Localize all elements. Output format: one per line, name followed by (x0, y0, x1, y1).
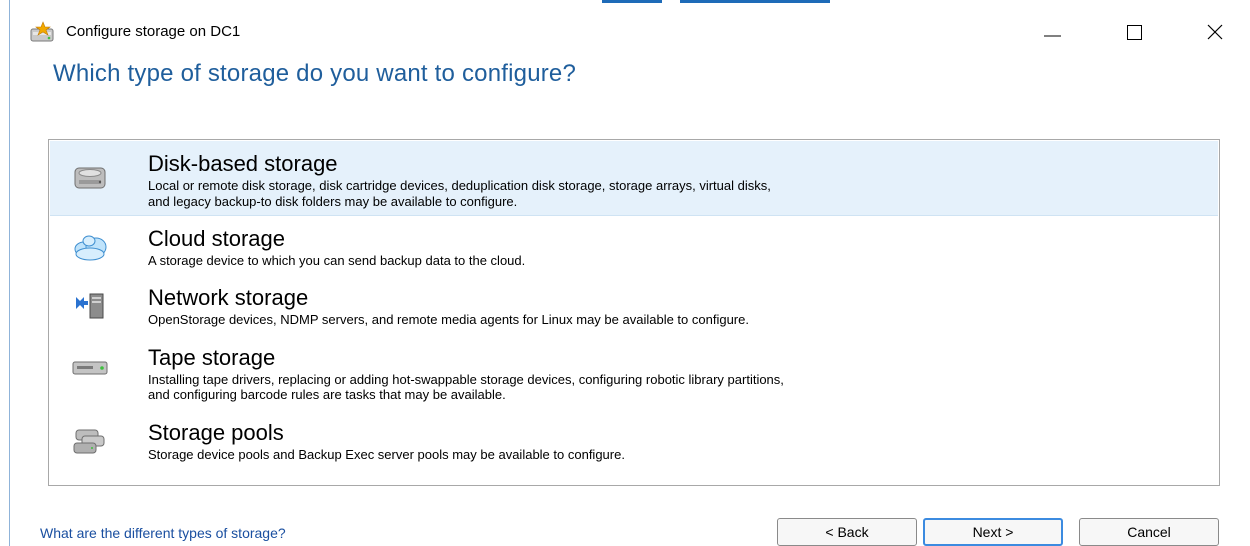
option-disk-based-storage[interactable]: Disk-based storage Local or remote disk … (50, 141, 1218, 216)
option-description: OpenStorage devices, NDMP servers, and r… (148, 312, 749, 327)
window-left-edge (0, 0, 10, 546)
option-description: Storage device pools and Backup Exec ser… (148, 447, 625, 462)
title-bar[interactable]: Configure storage on DC1 (10, 3, 1250, 53)
option-title: Cloud storage (148, 226, 285, 251)
next-button[interactable]: Next > (923, 518, 1063, 546)
close-icon (1207, 24, 1223, 40)
option-description: Local or remote disk storage, disk cartr… (148, 178, 771, 193)
network-server-icon (70, 286, 110, 322)
option-title: Storage pools (148, 420, 284, 445)
option-description: and legacy backup-to disk folders may be… (148, 194, 518, 209)
window-title: Configure storage on DC1 (66, 23, 241, 40)
option-title: Tape storage (148, 345, 276, 370)
maximize-button[interactable] (1110, 11, 1160, 51)
storage-pool-icon (70, 424, 110, 460)
option-title: Network storage (148, 285, 309, 310)
maximize-icon (1127, 25, 1142, 40)
minimize-icon (1044, 35, 1061, 37)
option-description: A storage device to which you can send b… (148, 253, 526, 268)
option-cloud-storage[interactable]: Cloud storage A storage device to which … (50, 222, 1218, 272)
option-description: Installing tape drivers, replacing or ad… (148, 372, 784, 387)
option-title: Disk-based storage (148, 151, 338, 176)
option-storage-pools[interactable]: Storage pools Storage device pools and B… (50, 418, 1218, 468)
help-link[interactable]: What are the different types of storage? (40, 525, 286, 541)
storage-type-list: Disk-based storage Local or remote disk … (48, 139, 1220, 486)
cloud-icon (70, 227, 110, 263)
hard-disk-icon (70, 158, 110, 194)
cancel-button[interactable]: Cancel (1079, 518, 1219, 546)
option-tape-storage[interactable]: Tape storage Installing tape drivers, re… (50, 342, 1218, 406)
close-button[interactable] (1190, 11, 1240, 51)
tape-drive-icon (70, 348, 110, 384)
option-network-storage[interactable]: Network storage OpenStorage devices, NDM… (50, 282, 1218, 330)
back-button[interactable]: < Back (777, 518, 917, 546)
storage-wizard-icon (30, 21, 56, 43)
option-description: and configuring barcode rules are tasks … (148, 387, 506, 402)
page-heading: Which type of storage do you want to con… (53, 60, 577, 87)
minimize-button[interactable] (1026, 11, 1076, 51)
